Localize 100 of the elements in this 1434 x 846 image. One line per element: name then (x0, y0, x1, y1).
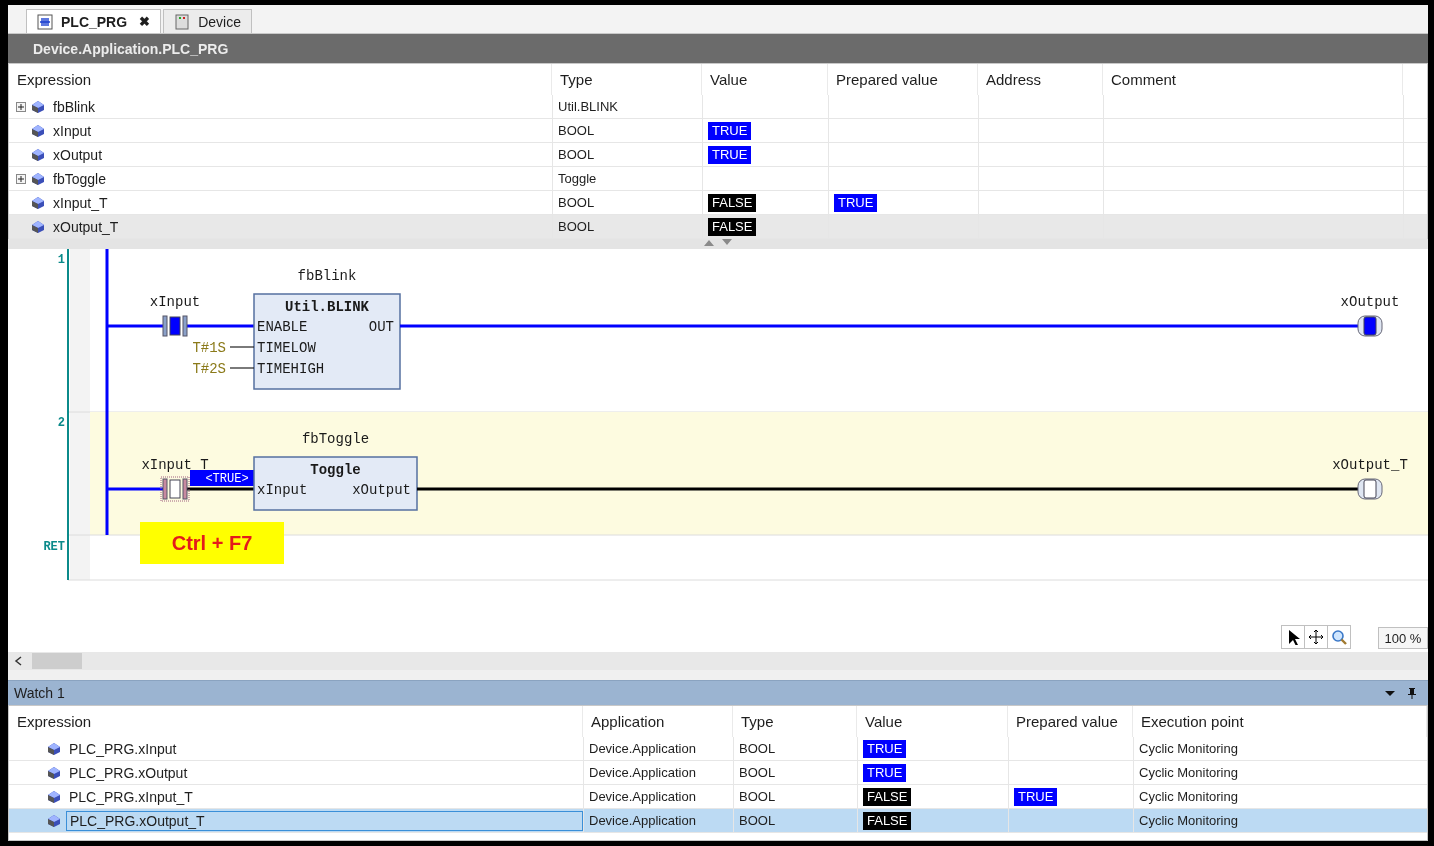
variable-name: xOutput (52, 145, 104, 164)
value-badge: TRUE (863, 739, 907, 758)
table-cell: BOOL (552, 191, 702, 214)
variable-icon (48, 742, 60, 755)
wire (187, 487, 254, 491)
column-header[interactable]: Expression (9, 64, 552, 95)
zoom-level[interactable]: 100 % (1378, 627, 1428, 649)
table-cell: Device.Application (583, 761, 733, 784)
table-cell: Toggle (552, 167, 702, 190)
column-header[interactable]: Prepared value (1008, 706, 1133, 737)
pin-label: OUT (368, 319, 394, 335)
column-header[interactable]: Type (733, 706, 857, 737)
coil[interactable] (1357, 315, 1383, 337)
instance-name: fbToggle (301, 431, 370, 447)
expand-icon[interactable] (16, 101, 26, 112)
variable-icon (32, 172, 44, 185)
table-row[interactable]: fbToggle Toggle (9, 167, 1427, 191)
table-cell: BOOL (733, 737, 857, 760)
coil-label: xOutput_T (1332, 457, 1408, 473)
variable-icon (32, 220, 44, 233)
table-row[interactable]: PLC_PRG.xOutput_T Device.Application BOOL FALSE Cyclic Monitoring (9, 809, 1427, 833)
column-header[interactable]: Application (583, 706, 733, 737)
value-badge: FALSE (863, 811, 912, 830)
column-header[interactable]: Execution point (1133, 706, 1427, 737)
scrollbar-thumb[interactable] (32, 653, 82, 669)
value-badge: FALSE (708, 193, 757, 212)
move-icon[interactable] (1308, 629, 1324, 645)
table-row[interactable]: xInput BOOL TRUE (9, 119, 1427, 143)
variable-icon (48, 814, 60, 827)
block-type: Toggle (310, 462, 361, 478)
function-block[interactable] (253, 293, 401, 390)
splitter-arrows-icon[interactable] (704, 239, 732, 246)
wire (187, 324, 254, 328)
table-cell: BOOL (733, 785, 857, 808)
variable-icon (48, 766, 60, 779)
column-header[interactable]: Address (978, 64, 1103, 95)
value-badge: TRUE (834, 193, 878, 212)
variable-icon (32, 148, 44, 161)
wire (229, 346, 255, 348)
variable-name: PLC_PRG.xInput (68, 739, 178, 758)
table-row[interactable]: PLC_PRG.xOutput Device.Application BOOL TRUE Cyclic Monitoring (9, 761, 1427, 785)
value-badge: FALSE (708, 217, 757, 236)
column-header[interactable]: Value (702, 64, 828, 95)
pin-label: ENABLE (257, 319, 308, 335)
pin-label: xOutput (352, 482, 411, 498)
editor-tab[interactable]: Device (163, 9, 252, 33)
table-row[interactable]: xOutput BOOL TRUE (9, 143, 1427, 167)
contact[interactable] (160, 476, 190, 502)
pin-label: TIMEHIGH (257, 361, 325, 377)
table-cell: Cyclic Monitoring (1133, 761, 1427, 784)
wire (107, 487, 163, 491)
table-cell: BOOL (733, 761, 857, 784)
pin-icon[interactable] (1406, 687, 1418, 699)
close-button[interactable]: ✖ (139, 14, 151, 29)
table-row[interactable]: PLC_PRG.xInput Device.Application BOOL TRUE Cyclic Monitoring (9, 737, 1427, 761)
table-cell: BOOL (552, 119, 702, 142)
value-badge: TRUE (1014, 787, 1058, 806)
table-cell: Cyclic Monitoring (1133, 785, 1427, 808)
device-icon (174, 13, 191, 30)
function-block[interactable] (253, 456, 418, 511)
table-cell: Device.Application (583, 809, 733, 832)
variable-name: PLC_PRG.xInput_T (68, 787, 194, 806)
variable-icon (32, 100, 44, 113)
table-cell: Util.BLINK (552, 95, 702, 118)
value-badge: FALSE (863, 787, 912, 806)
search-icon[interactable] (1331, 629, 1347, 645)
value-badge: TRUE (708, 145, 752, 164)
variable-name: xOutput_T (52, 217, 120, 236)
value-badge: TRUE (863, 763, 907, 782)
editor-tab[interactable]: PLC_PRG ✖ (26, 9, 162, 33)
table-cell: Device.Application (583, 737, 733, 760)
contact-label: xInput (149, 294, 201, 310)
column-header[interactable]: Prepared value (828, 64, 978, 95)
variable-name: fbBlink (52, 97, 97, 116)
column-header[interactable]: Expression (9, 706, 583, 737)
coil-label: xOutput (1340, 294, 1400, 310)
value-badge: TRUE (708, 121, 752, 140)
block-type: Util.BLINK (285, 299, 369, 315)
variable-name: xInput_T (52, 193, 109, 212)
object-path: Device.Application.PLC_PRG (33, 40, 229, 57)
variable-name: PLC_PRG.xOutput (68, 763, 189, 782)
variable-icon (32, 124, 44, 137)
constant-value: T#2S (192, 361, 226, 377)
variable-name: PLC_PRG.xOutput_T (66, 810, 583, 831)
column-header[interactable]: Value (857, 706, 1008, 737)
column-header[interactable]: Type (552, 64, 702, 95)
instance-name: fbBlink (297, 268, 357, 284)
wire (107, 324, 163, 328)
contact[interactable] (162, 315, 188, 337)
table-row[interactable]: xOutput_T BOOL FALSE (9, 215, 1427, 239)
table-row[interactable]: fbBlink Util.BLINK (9, 95, 1427, 119)
shortcut-callout: Ctrl + F7 (140, 522, 284, 564)
panel-title: Watch 1 (14, 685, 66, 701)
program-icon (37, 13, 53, 30)
column-header[interactable]: Comment (1103, 64, 1403, 95)
rung-number: 2 (57, 416, 65, 430)
table-cell: Device.Application (583, 785, 733, 808)
expand-icon[interactable] (16, 173, 26, 184)
table-cell: BOOL (733, 809, 857, 832)
table-cell: Cyclic Monitoring (1133, 737, 1427, 760)
